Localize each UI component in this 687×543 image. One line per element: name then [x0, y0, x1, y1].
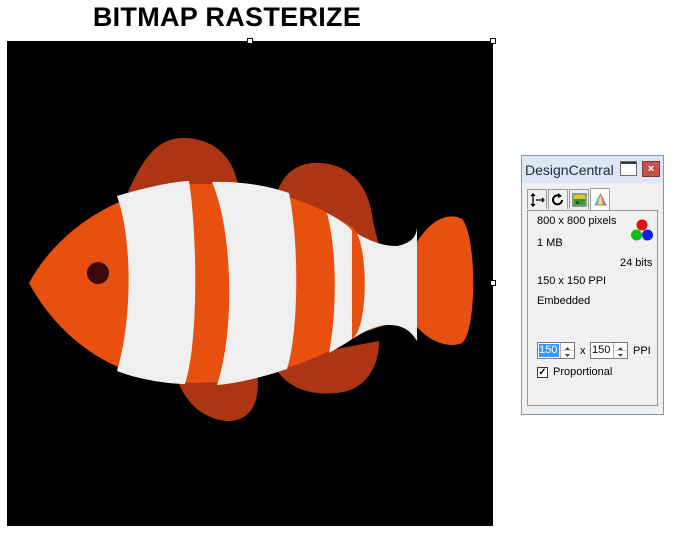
- proportional-label[interactable]: Proportional: [553, 366, 612, 379]
- panel-titlebar[interactable]: DesignCentral ×: [522, 156, 663, 183]
- file-size-text: 1 MB: [537, 237, 563, 249]
- close-button[interactable]: ×: [642, 161, 660, 177]
- ppi-x-stepper[interactable]: [537, 342, 575, 359]
- color-prism-icon: [593, 193, 607, 206]
- ppi-x-spin-arrows[interactable]: [560, 343, 574, 358]
- panel-title: DesignCentral: [525, 162, 614, 178]
- proportional-checkbox[interactable]: ✓: [537, 367, 548, 378]
- fish-body: [29, 183, 365, 383]
- head-stripe: [117, 181, 196, 384]
- clownfish-image: [29, 137, 474, 421]
- fish-eye: [87, 262, 109, 284]
- dimensions-text: 800 x 800 pixels: [537, 215, 617, 227]
- ppi-x-down-arrow[interactable]: [561, 350, 574, 357]
- tab-color[interactable]: [590, 188, 610, 210]
- bitmap-info-pane: 800 x 800 pixels 1 MB 24 bits 150 x 150 …: [527, 210, 658, 406]
- resize-handle-right[interactable]: [490, 280, 496, 286]
- rotate-icon: [552, 192, 563, 205]
- page-title: BITMAP RASTERIZE: [92, 2, 362, 32]
- tab-transform[interactable]: [527, 189, 547, 209]
- resize-handle-top-right[interactable]: [490, 38, 496, 44]
- rgb-color-icon: [631, 219, 653, 241]
- resize-handle-top[interactable]: [247, 38, 253, 44]
- designcentral-panel: DesignCentral × 800 x 800 pixels 1 MB 24…: [521, 155, 664, 415]
- tab-bitmap[interactable]: [569, 189, 589, 209]
- ppi-separator: x: [580, 345, 586, 357]
- move-arrows-icon: [530, 192, 545, 207]
- bit-depth-text: 24 bits: [620, 257, 653, 269]
- ppi-y-stepper[interactable]: [590, 342, 628, 359]
- resolution-text: 150 x 150 PPI: [537, 275, 607, 287]
- embedded-status: Embedded: [537, 295, 591, 307]
- tab-rotate[interactable]: [548, 189, 568, 209]
- bitmap-canvas[interactable]: [7, 41, 493, 526]
- ppi-y-down-arrow[interactable]: [614, 350, 627, 357]
- ppi-y-spin-arrows[interactable]: [613, 343, 627, 358]
- ppi-unit-label: PPI: [633, 345, 651, 357]
- ppi-x-input[interactable]: [539, 344, 559, 357]
- restore-button[interactable]: [620, 161, 637, 176]
- bitmap-icon: [572, 193, 586, 206]
- ppi-y-input[interactable]: [592, 344, 612, 357]
